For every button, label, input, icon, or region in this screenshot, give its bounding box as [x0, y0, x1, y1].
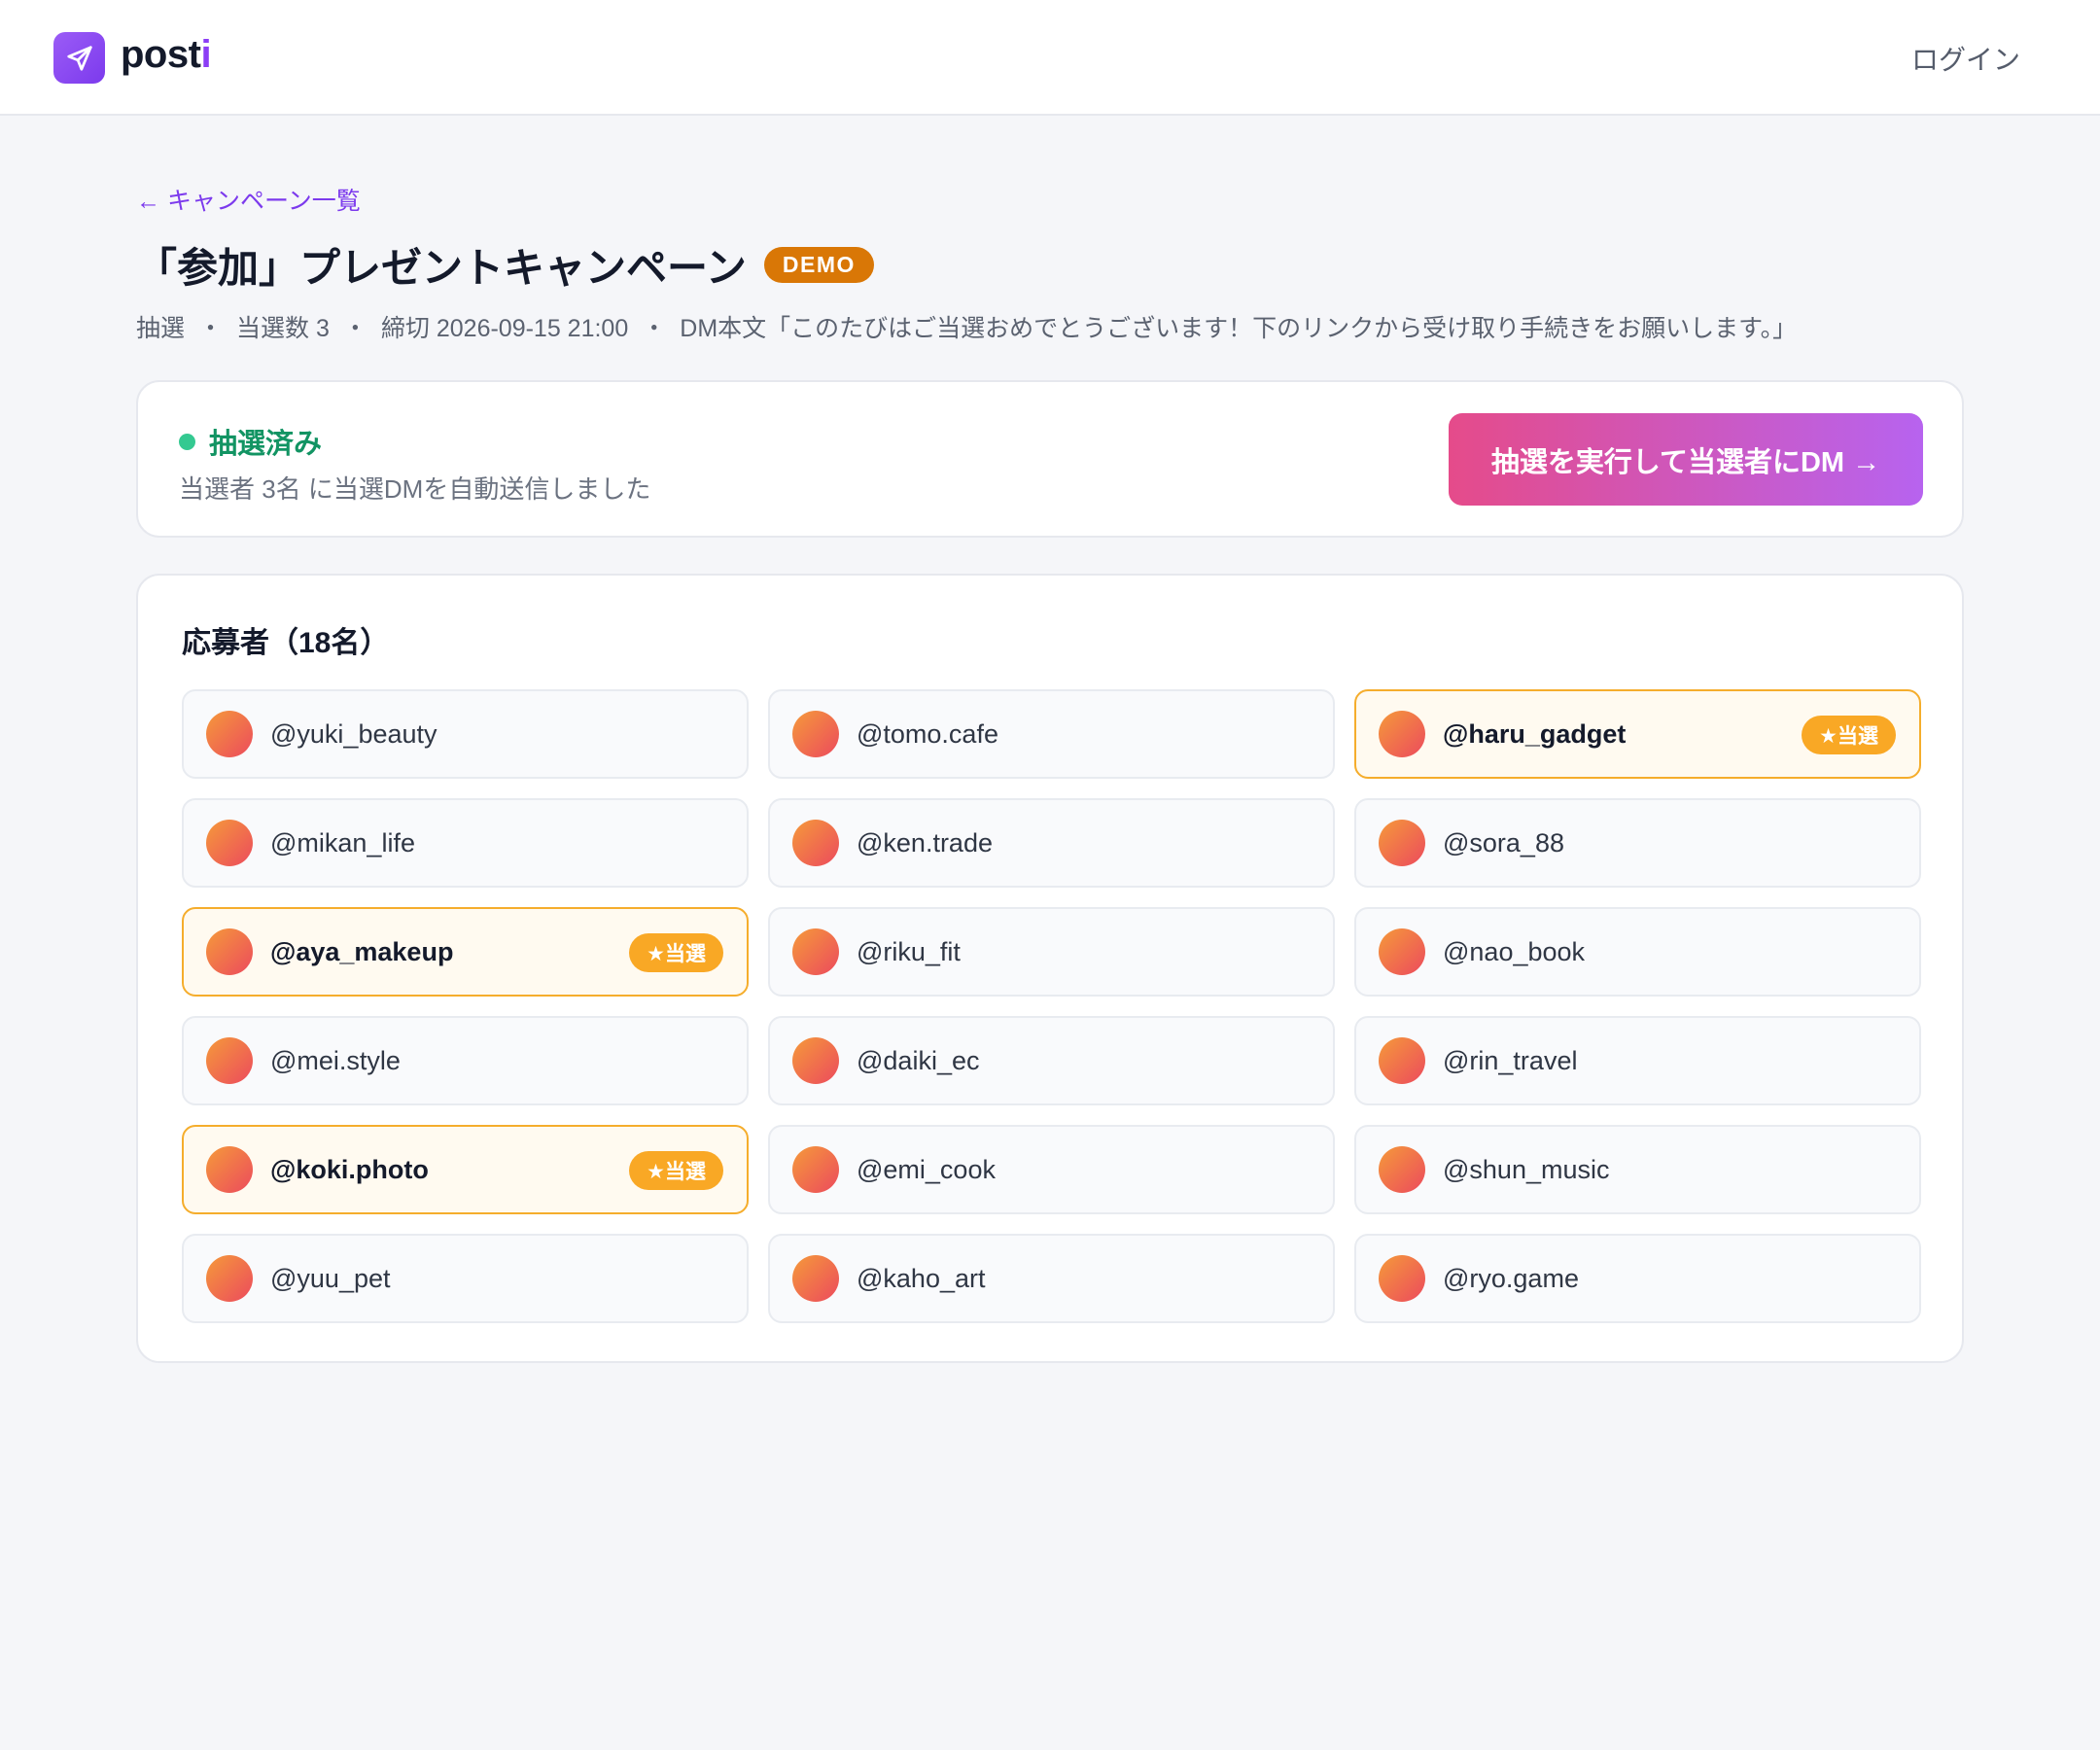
entrant-card[interactable]: @riku_fit [768, 907, 1335, 997]
entrant-handle: @riku_fit [857, 936, 961, 966]
entrant-grid: @yuki_beauty @tomo.cafe @haru_gadget ★当選 @mi… [182, 689, 1921, 1323]
entrant-card[interactable]: @rin_travel [1354, 1016, 1921, 1105]
demo-badge: DEMO [763, 247, 874, 283]
entrant-card[interactable]: @mikan_life [182, 798, 749, 888]
logo-text-main: post [121, 33, 201, 76]
avatar [206, 1255, 253, 1302]
entrant-handle: @haru_gadget [1443, 718, 1627, 749]
entrant-card[interactable]: @nao_book [1354, 907, 1921, 997]
avatar [1379, 1037, 1425, 1084]
entrant-card[interactable]: @daiki_ec [768, 1016, 1335, 1105]
entrant-card[interactable]: @yuu_pet [182, 1234, 749, 1323]
entrant-card[interactable]: @koki.photo ★当選 [182, 1125, 749, 1214]
status-description: 当選者 3名 に当選DMを自動送信しました [179, 474, 651, 504]
top-header: posti ログイン [0, 0, 2100, 116]
entrant-handle: @ryo.game [1443, 1263, 1579, 1293]
campaign-dm-text: DM本文「このたびはご当選おめでとうございます！下のリンクから受け取り手続きをお… [680, 315, 1798, 342]
entrant-handle: @mikan_life [270, 827, 415, 858]
status-dot-icon [179, 433, 195, 450]
entrant-handle: @rin_travel [1443, 1045, 1578, 1075]
winner-badge: ★当選 [629, 1151, 723, 1190]
entrant-handle: @yuu_pet [270, 1263, 391, 1293]
avatar [206, 820, 253, 866]
campaign-type: 抽選 [136, 315, 186, 342]
avatar [1379, 1255, 1425, 1302]
entrant-card[interactable]: @shun_music [1354, 1125, 1921, 1214]
entrant-card[interactable]: @ryo.game [1354, 1234, 1921, 1323]
winner-badge: ★当選 [629, 933, 723, 972]
entrant-handle: @daiki_ec [857, 1045, 980, 1075]
avatar [792, 1146, 839, 1193]
avatar [1379, 820, 1425, 866]
avatar [1379, 1146, 1425, 1193]
entrant-handle: @mei.style [270, 1045, 401, 1075]
logo-wordmark[interactable]: posti [121, 33, 212, 77]
entrant-handle: @shun_music [1443, 1154, 1610, 1184]
entrant-handle: @ken.trade [857, 827, 993, 858]
entrant-handle: @koki.photo [270, 1154, 429, 1184]
meta-separator: ・ [198, 315, 224, 342]
status-title: 抽選済み [209, 429, 323, 460]
entrant-handle: @tomo.cafe [857, 718, 998, 749]
entrant-card[interactable]: @emi_cook [768, 1125, 1335, 1214]
entrants-heading: 応募者（18名） [182, 627, 390, 659]
run-draw-button[interactable]: 抽選を実行して当選者にDM → [1449, 413, 1923, 506]
entrant-handle: @sora_88 [1443, 827, 1564, 858]
avatar [792, 820, 839, 866]
meta-separator: ・ [342, 315, 368, 342]
entrant-card[interactable]: @kaho_art [768, 1234, 1335, 1323]
avatar [206, 1037, 253, 1084]
entrant-handle: @nao_book [1443, 936, 1586, 966]
paper-plane-icon[interactable] [53, 32, 105, 84]
entrant-card[interactable]: @sora_88 [1354, 798, 1921, 888]
entrant-handle: @yuki_beauty [270, 718, 438, 749]
entrant-card[interactable]: @haru_gadget ★当選 [1354, 689, 1921, 779]
avatar [1379, 928, 1425, 975]
campaign-deadline: 締切 2026-09-15 21:00 [380, 315, 629, 342]
campaign-winner-count: 当選数 3 [236, 315, 330, 342]
entrants-card: 応募者（18名） @yuki_beauty @tomo.cafe @haru_gad… [136, 574, 1964, 1363]
avatar [792, 1037, 839, 1084]
entrant-card[interactable]: @yuki_beauty [182, 689, 749, 779]
avatar [206, 928, 253, 975]
status-card: 抽選済み 当選者 3名 に当選DMを自動送信しました 抽選を実行して当選者にDM… [136, 380, 1964, 538]
avatar [792, 1255, 839, 1302]
title-row: 「参加」プレゼントキャンペーン DEMO [136, 235, 874, 295]
logo-text-accent: i [200, 33, 212, 76]
campaign-meta: 抽選・当選数 3 ・締切 2026-09-15 21:00 ・ DM本文「このたびはご… [136, 309, 1797, 344]
avatar [206, 1146, 253, 1193]
status-row: 抽選済み [179, 421, 322, 462]
avatar [1379, 711, 1425, 757]
page-title: 「参加」プレゼントキャンペーン [136, 245, 747, 291]
entrant-handle: @aya_makeup [270, 936, 454, 966]
entrant-card[interactable]: @mei.style [182, 1016, 749, 1105]
login-link[interactable]: ログイン [1911, 39, 2020, 78]
entrant-handle: @emi_cook [857, 1154, 996, 1184]
avatar [792, 928, 839, 975]
meta-separator: ・ [642, 315, 667, 342]
entrant-card[interactable]: @ken.trade [768, 798, 1335, 888]
entrant-card[interactable]: @aya_makeup ★当選 [182, 907, 749, 997]
entrant-card[interactable]: @tomo.cafe [768, 689, 1335, 779]
avatar [792, 711, 839, 757]
back-to-campaigns-link[interactable]: ← キャンペーン一覧 [136, 182, 361, 217]
winner-badge: ★当選 [1802, 716, 1896, 754]
avatar [206, 711, 253, 757]
entrant-handle: @kaho_art [857, 1263, 986, 1293]
